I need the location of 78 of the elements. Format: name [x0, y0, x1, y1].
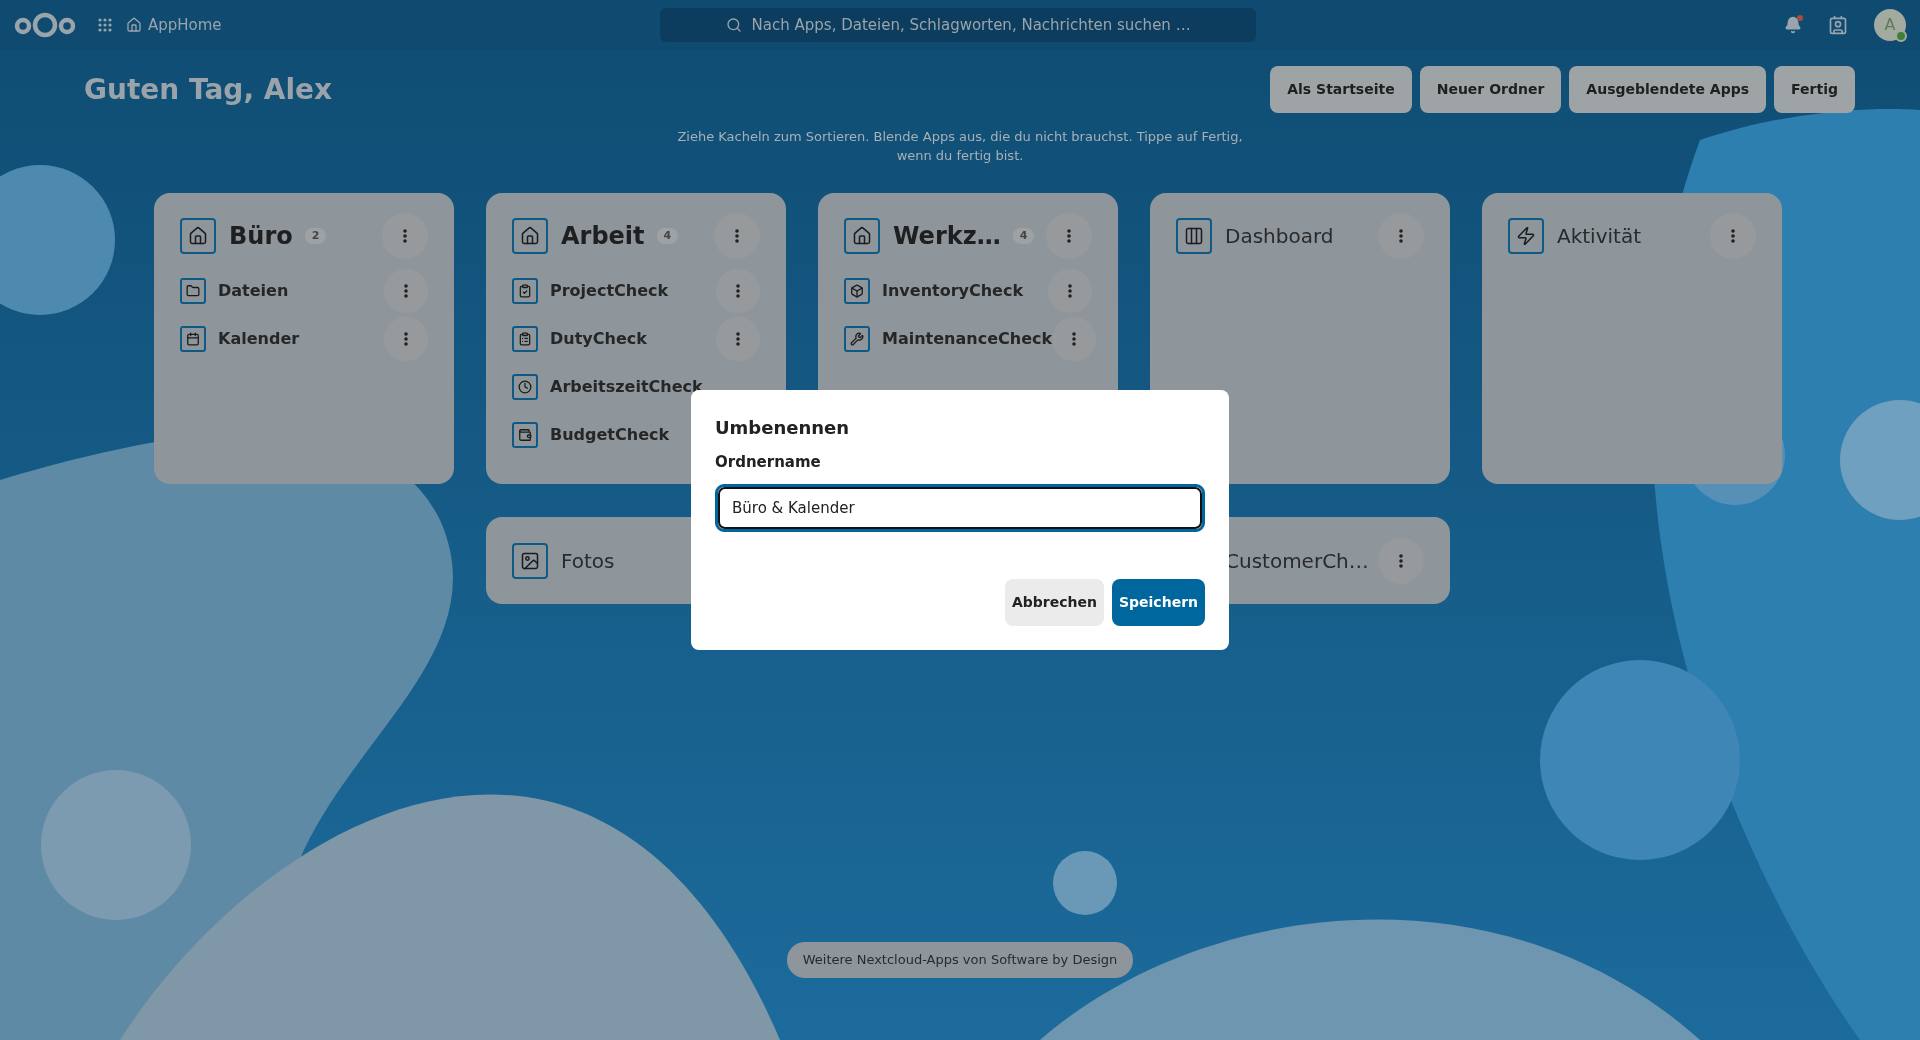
more-button[interactable] — [714, 213, 760, 259]
kebab-icon — [736, 284, 740, 298]
more-apps-link[interactable]: Weitere Nextcloud-Apps von Software by Design — [786, 942, 1134, 978]
folder-title: Büro — [229, 221, 293, 252]
kebab-icon — [1072, 332, 1077, 346]
field-label: Ordnername — [715, 452, 822, 473]
app-name[interactable]: Kalender — [218, 327, 300, 351]
item-count: 4 — [656, 227, 679, 245]
app-title: CustomerCh… — [1225, 547, 1369, 575]
greeting: Guten Tag, Alex — [84, 71, 333, 108]
wrench-icon — [844, 326, 870, 352]
more-button[interactable] — [1378, 537, 1424, 584]
app-name[interactable]: InventoryCheck — [882, 279, 1024, 303]
toolbar-button[interactable]: Ausgeblendete Apps — [1569, 66, 1767, 113]
folder-icon — [180, 278, 206, 304]
kebab-icon — [735, 229, 739, 243]
kebab-icon — [736, 332, 740, 346]
house-icon — [512, 218, 548, 254]
app-name[interactable]: BudgetCheck — [550, 423, 670, 447]
item-count: 4 — [1012, 227, 1035, 245]
clipboard-check-icon — [512, 278, 538, 304]
kebab-icon — [404, 284, 408, 298]
bell-icon[interactable] — [1784, 16, 1802, 34]
columns-icon — [1176, 218, 1212, 254]
toolbar-button[interactable]: Neuer Ordner — [1419, 66, 1562, 113]
house-icon — [126, 17, 142, 33]
image-icon — [512, 542, 548, 579]
kebab-icon — [1399, 553, 1403, 568]
more-button[interactable] — [716, 317, 760, 361]
toolbar-button[interactable]: Fertig — [1774, 66, 1855, 113]
more-button[interactable] — [382, 213, 428, 259]
more-button[interactable] — [1046, 213, 1092, 259]
app-name[interactable]: ProjectCheck — [550, 279, 669, 303]
cancel-button[interactable]: Abbrechen — [1004, 579, 1104, 626]
house-icon — [180, 218, 216, 254]
toolbar-button[interactable]: Als Startseite — [1270, 66, 1412, 113]
kebab-icon — [1399, 229, 1403, 243]
search-icon — [725, 17, 742, 33]
more-button[interactable] — [1378, 213, 1424, 259]
contacts-icon[interactable] — [1828, 15, 1848, 35]
app-title: Dashboard — [1225, 223, 1334, 250]
app-title: Fotos — [561, 547, 615, 575]
more-button[interactable] — [1048, 269, 1092, 313]
item-count: 2 — [304, 227, 327, 245]
kebab-icon — [403, 229, 407, 243]
hint-text: Ziehe Kacheln zum Sortieren. Blende Apps aus, die du nicht brauchst. Tippe auf Fertig, wenn du fertig bist. — [676, 128, 1244, 165]
lightning-icon — [1508, 218, 1544, 254]
more-button[interactable] — [1710, 213, 1756, 259]
kebab-icon — [1068, 284, 1072, 298]
clock-icon — [512, 374, 538, 400]
more-button[interactable] — [716, 269, 760, 313]
app-name[interactable]: AppHome — [148, 13, 222, 37]
input-field[interactable]: Büro & Kalender — [715, 483, 1205, 532]
apps-grid-icon[interactable] — [98, 18, 112, 32]
cloud-logo[interactable] — [14, 11, 76, 39]
kebab-icon — [1731, 229, 1735, 243]
app-name[interactable]: ArbeitszeitCheck — [550, 375, 703, 399]
calendar-icon — [180, 326, 206, 352]
more-button[interactable] — [384, 269, 428, 313]
app-name[interactable]: Dateien — [218, 279, 289, 303]
more-button[interactable] — [384, 317, 428, 361]
cube-icon — [844, 278, 870, 304]
app-title: Aktivität — [1557, 223, 1641, 250]
wallet-icon — [512, 422, 538, 448]
kebab-icon — [404, 332, 408, 346]
app-name[interactable]: MaintenanceCheck — [882, 327, 1053, 351]
app-name[interactable]: DutyCheck — [550, 327, 647, 351]
save-button[interactable]: Speichern — [1111, 579, 1205, 626]
clipboard-icon — [512, 326, 538, 352]
folder-title: Werkz… — [893, 221, 1001, 252]
search-field[interactable]: Nach Apps, Dateien, Schlagworten, Nachrichten suchen … — [659, 8, 1256, 42]
dialog-title: Umbenennen — [715, 416, 851, 440]
app-card[interactable]: Dashboard — [1150, 193, 1450, 484]
folder-title: Arbeit — [561, 221, 645, 252]
kebab-icon — [1067, 229, 1071, 243]
house-icon — [844, 218, 880, 254]
more-button[interactable] — [1052, 317, 1097, 361]
app-card[interactable]: Aktivität — [1482, 193, 1782, 484]
